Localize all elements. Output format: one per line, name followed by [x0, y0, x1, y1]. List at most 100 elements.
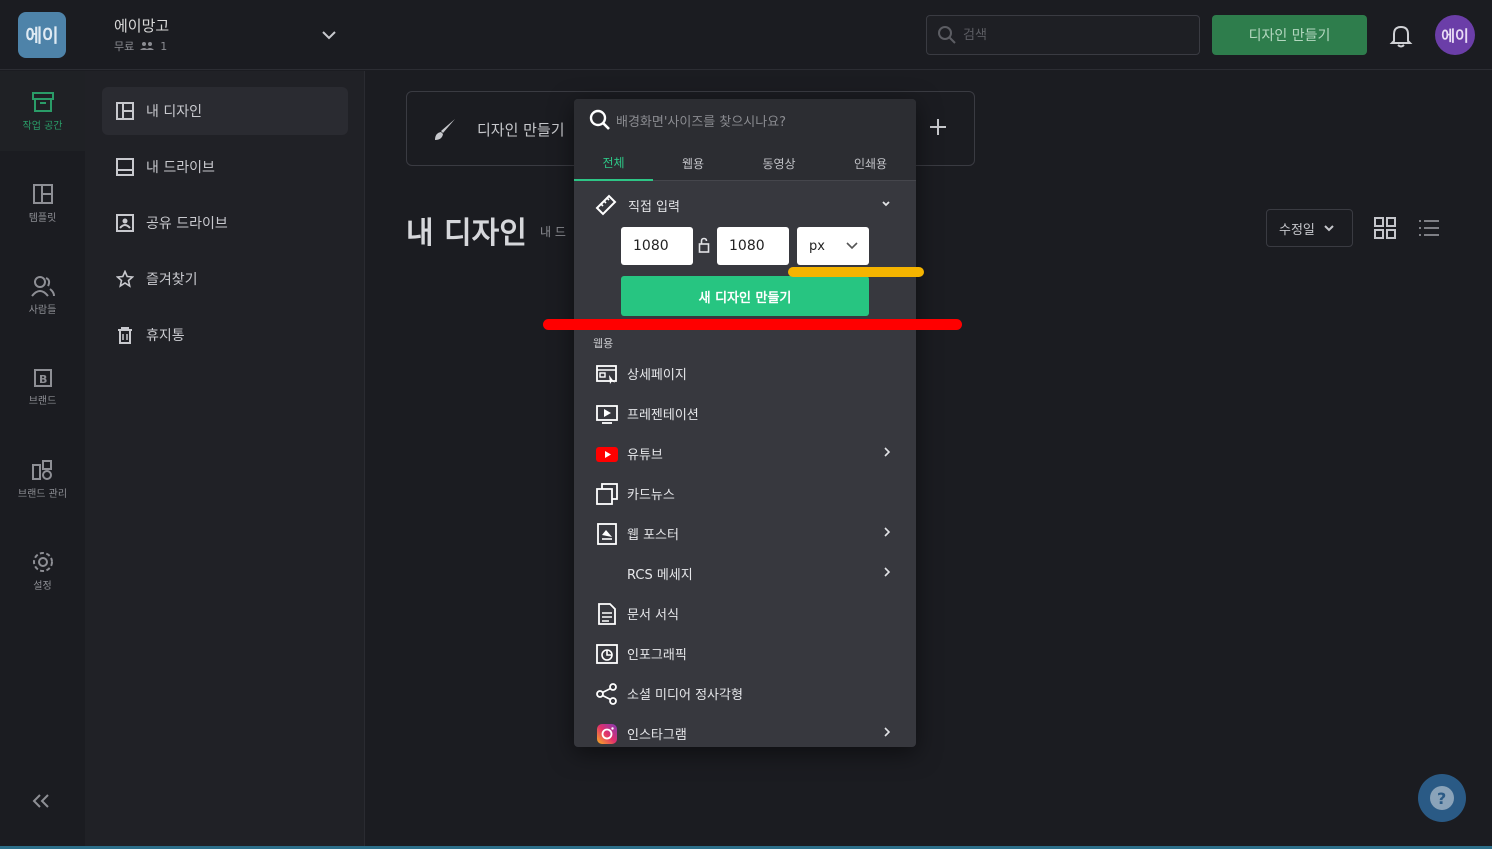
layout-icon: [32, 183, 53, 204]
left-rail: 작업 공간 템플릿 사람들 B 브랜드 브랜드 관리 설정: [0, 71, 85, 849]
brand-icon: B: [33, 368, 52, 387]
rail-item-settings[interactable]: 설정: [0, 531, 85, 611]
dropdown-search-input[interactable]: [616, 111, 906, 133]
chevron-down-icon[interactable]: [880, 198, 892, 210]
rail-label: 작업 공간: [22, 120, 63, 132]
list-item-label: 소셜 미디어 정사각형: [627, 688, 743, 703]
list-item-social-square[interactable]: 소셜 미디어 정사각형: [574, 673, 916, 713]
search-box[interactable]: [926, 15, 1200, 55]
rail-label: 브랜드 관리: [17, 488, 68, 500]
new-design-button[interactable]: 새 디자인 만들기: [621, 276, 869, 316]
help-icon: ?: [1430, 786, 1454, 810]
sidebar-item-label: 내 드라이브: [146, 160, 215, 176]
sidebar-item-my-drive[interactable]: 내 드라이브: [102, 143, 348, 191]
dropdown-search[interactable]: [574, 99, 916, 145]
page-title: 내 디자인: [406, 216, 527, 251]
svg-text:?: ?: [1437, 789, 1446, 808]
list-item-document[interactable]: 문서 서식: [574, 593, 916, 633]
list-item-instagram[interactable]: 인스타그램: [574, 713, 916, 747]
members-icon: [140, 42, 155, 50]
direct-input-toggle[interactable]: 직접 입력: [594, 194, 896, 216]
infographic-icon: [596, 644, 618, 664]
list-item-label: 유튜브: [627, 448, 663, 463]
dropdown-tabs: 전체 웹용 동영상 인쇄용: [574, 145, 916, 181]
unit-value: px: [809, 238, 825, 254]
unit-select[interactable]: px: [797, 227, 869, 265]
tab-print[interactable]: 인쇄용: [825, 145, 916, 181]
sidebar-item-label: 즐겨찾기: [146, 272, 198, 288]
chevron-right-icon: [884, 727, 891, 737]
youtube-icon: [596, 447, 618, 462]
sort-dropdown[interactable]: 수정일: [1266, 209, 1353, 247]
drive-icon: [116, 158, 134, 176]
list-item-youtube[interactable]: 유튜브: [574, 433, 916, 473]
rail-item-brand-manage[interactable]: 브랜드 관리: [0, 439, 85, 519]
rail-label: 사람들: [28, 304, 57, 316]
list-item-detail-page[interactable]: 상세페이지: [574, 353, 916, 393]
plan-label: 무료: [114, 40, 135, 53]
detail-page-icon: [596, 365, 617, 384]
brush-icon: [435, 119, 455, 140]
trash-icon: [118, 327, 132, 344]
tab-all[interactable]: 전체: [574, 145, 653, 181]
tab-web[interactable]: 웹용: [653, 145, 733, 181]
sidebar-item-trash[interactable]: 휴지통: [102, 311, 348, 359]
rail-item-workspace[interactable]: 작업 공간: [0, 71, 85, 151]
chevron-right-icon: [884, 447, 891, 457]
workspace-name[interactable]: 에이망고: [114, 15, 169, 36]
yellow-highlight-mark: [788, 267, 924, 277]
grid-icon: [116, 102, 134, 120]
rail-item-people[interactable]: 사람들: [0, 255, 85, 335]
sidebar-item-favorites[interactable]: 즐겨찾기: [102, 255, 348, 303]
chevron-down-icon[interactable]: [320, 26, 338, 44]
list-item-rcs-message[interactable]: RCS 메세지: [574, 553, 916, 593]
member-count: 1: [160, 39, 168, 53]
red-highlight-mark: [543, 319, 962, 330]
presentation-icon: [596, 405, 618, 424]
plus-icon[interactable]: [927, 116, 949, 138]
list-item-label: 상세페이지: [627, 368, 687, 383]
chevron-right-icon: [884, 527, 891, 537]
search-icon: [938, 26, 956, 44]
rail-label: 브랜드: [28, 395, 57, 407]
list-item-card-news[interactable]: 카드뉴스: [574, 473, 916, 513]
shared-drive-icon: [116, 214, 134, 232]
create-design-button[interactable]: 디자인 만들기: [1212, 15, 1367, 55]
collapse-icon[interactable]: [30, 793, 52, 809]
sidebar-item-label: 공유 드라이브: [146, 216, 228, 232]
workspace-logo[interactable]: 에이: [18, 12, 66, 58]
avatar[interactable]: 에이: [1435, 15, 1475, 55]
tab-video[interactable]: 동영상: [733, 145, 825, 181]
sidebar-item-my-designs[interactable]: 내 디자인: [102, 87, 348, 135]
grid-view-icon[interactable]: [1374, 217, 1396, 239]
search-icon: [589, 109, 610, 130]
bell-icon[interactable]: [1388, 22, 1414, 48]
secondary-sidebar: 내 디자인 내 드라이브 공유 드라이브 즐겨찾기 휴지통: [85, 71, 365, 849]
chevron-down-icon: [846, 242, 858, 250]
list-item-label: 프레젠테이션: [627, 408, 699, 423]
lock-icon[interactable]: [698, 237, 710, 253]
list-item-label: 인스타그램: [627, 728, 687, 743]
rail-item-brand[interactable]: B 브랜드: [0, 347, 85, 427]
svg-text:B: B: [39, 373, 47, 386]
height-input[interactable]: 1080: [717, 227, 789, 265]
chevron-down-icon: [1324, 225, 1334, 232]
list-item-infographic[interactable]: 인포그래픽: [574, 633, 916, 673]
sidebar-item-label: 내 디자인: [146, 104, 202, 120]
brand-manage-icon: [31, 459, 52, 480]
list-item-web-poster[interactable]: 웹 포스터: [574, 513, 916, 553]
list-view-icon[interactable]: [1418, 217, 1440, 239]
rail-label: 설정: [33, 580, 52, 592]
width-input[interactable]: 1080: [621, 227, 693, 265]
gear-icon: [32, 551, 53, 572]
search-input[interactable]: [963, 24, 1183, 46]
list-item-presentation[interactable]: 프레젠테이션: [574, 393, 916, 433]
help-button[interactable]: ?: [1418, 774, 1466, 822]
sidebar-item-shared-drive[interactable]: 공유 드라이브: [102, 199, 348, 247]
direct-input-label: 직접 입력: [628, 199, 680, 215]
rail-item-templates[interactable]: 템플릿: [0, 163, 85, 243]
card-news-icon: [596, 483, 618, 505]
sort-label: 수정일: [1279, 222, 1315, 238]
rail-label: 템플릿: [28, 212, 57, 224]
list-item-label: 카드뉴스: [627, 488, 675, 503]
